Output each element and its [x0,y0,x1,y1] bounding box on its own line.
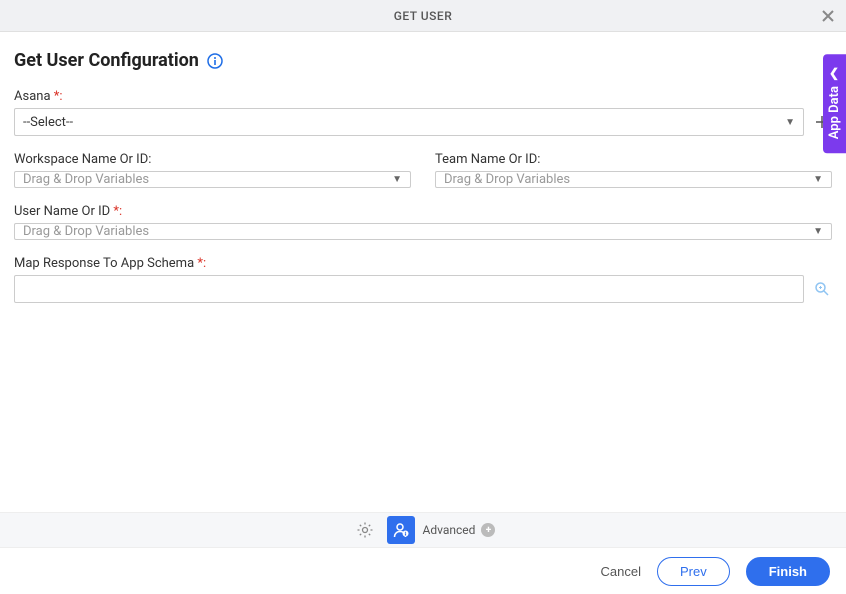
user-label: User Name Or ID *: [14,204,832,219]
workspace-label: Workspace Name Or ID: [14,152,411,167]
user-input[interactable]: Drag & Drop Variables ▼ [14,223,832,240]
plus-circle-icon: + [481,523,495,537]
advanced-button[interactable]: Advanced + [423,523,496,537]
page-title: Get User Configuration [14,50,199,71]
asana-value: --Select-- [23,115,73,130]
cancel-button[interactable]: Cancel [601,564,641,579]
close-icon[interactable] [820,8,836,24]
asana-select[interactable]: --Select-- ▼ [14,108,804,136]
chevron-down-icon: ▼ [785,117,795,128]
chevron-down-icon: ▼ [813,226,823,237]
dialog-footer: Cancel Prev Finish [0,548,846,594]
user-group: User Name Or ID *: Drag & Drop Variables… [14,204,832,240]
team-input[interactable]: Drag & Drop Variables ▼ [435,171,832,188]
prev-button[interactable]: Prev [657,557,730,586]
asana-label: Asana *: [14,89,832,104]
dialog-content: Get User Configuration Asana *: --Select… [0,32,846,303]
map-response-group: Map Response To App Schema *: [14,256,832,303]
dialog-title: GET USER [394,9,453,23]
chevron-down-icon: ▼ [813,174,823,185]
map-response-input[interactable] [14,275,804,303]
team-group: Team Name Or ID: Drag & Drop Variables ▼ [435,152,832,188]
asana-group: Asana *: --Select-- ▼ [14,89,832,136]
advanced-label: Advanced [423,523,476,537]
chevron-left-icon: ❮ [829,66,839,80]
team-placeholder: Drag & Drop Variables [444,172,570,187]
dialog-header: GET USER [0,0,846,32]
user-config-icon[interactable] [387,516,415,544]
chevron-down-icon: ▼ [392,174,402,185]
app-data-tab[interactable]: App Data ❮ [823,54,846,153]
team-label: Team Name Or ID: [435,152,832,167]
info-icon[interactable] [207,53,223,69]
workspace-input[interactable]: Drag & Drop Variables ▼ [14,171,411,188]
gear-icon[interactable] [351,516,379,544]
bottom-toolbar: Advanced + [0,512,846,548]
workspace-placeholder: Drag & Drop Variables [23,172,149,187]
app-data-label: App Data [827,86,842,139]
map-response-label: Map Response To App Schema *: [14,256,832,271]
workspace-group: Workspace Name Or ID: Drag & Drop Variab… [14,152,411,188]
search-icon[interactable] [812,279,832,299]
user-placeholder: Drag & Drop Variables [23,224,149,239]
finish-button[interactable]: Finish [746,557,830,586]
page-title-row: Get User Configuration [14,50,832,71]
